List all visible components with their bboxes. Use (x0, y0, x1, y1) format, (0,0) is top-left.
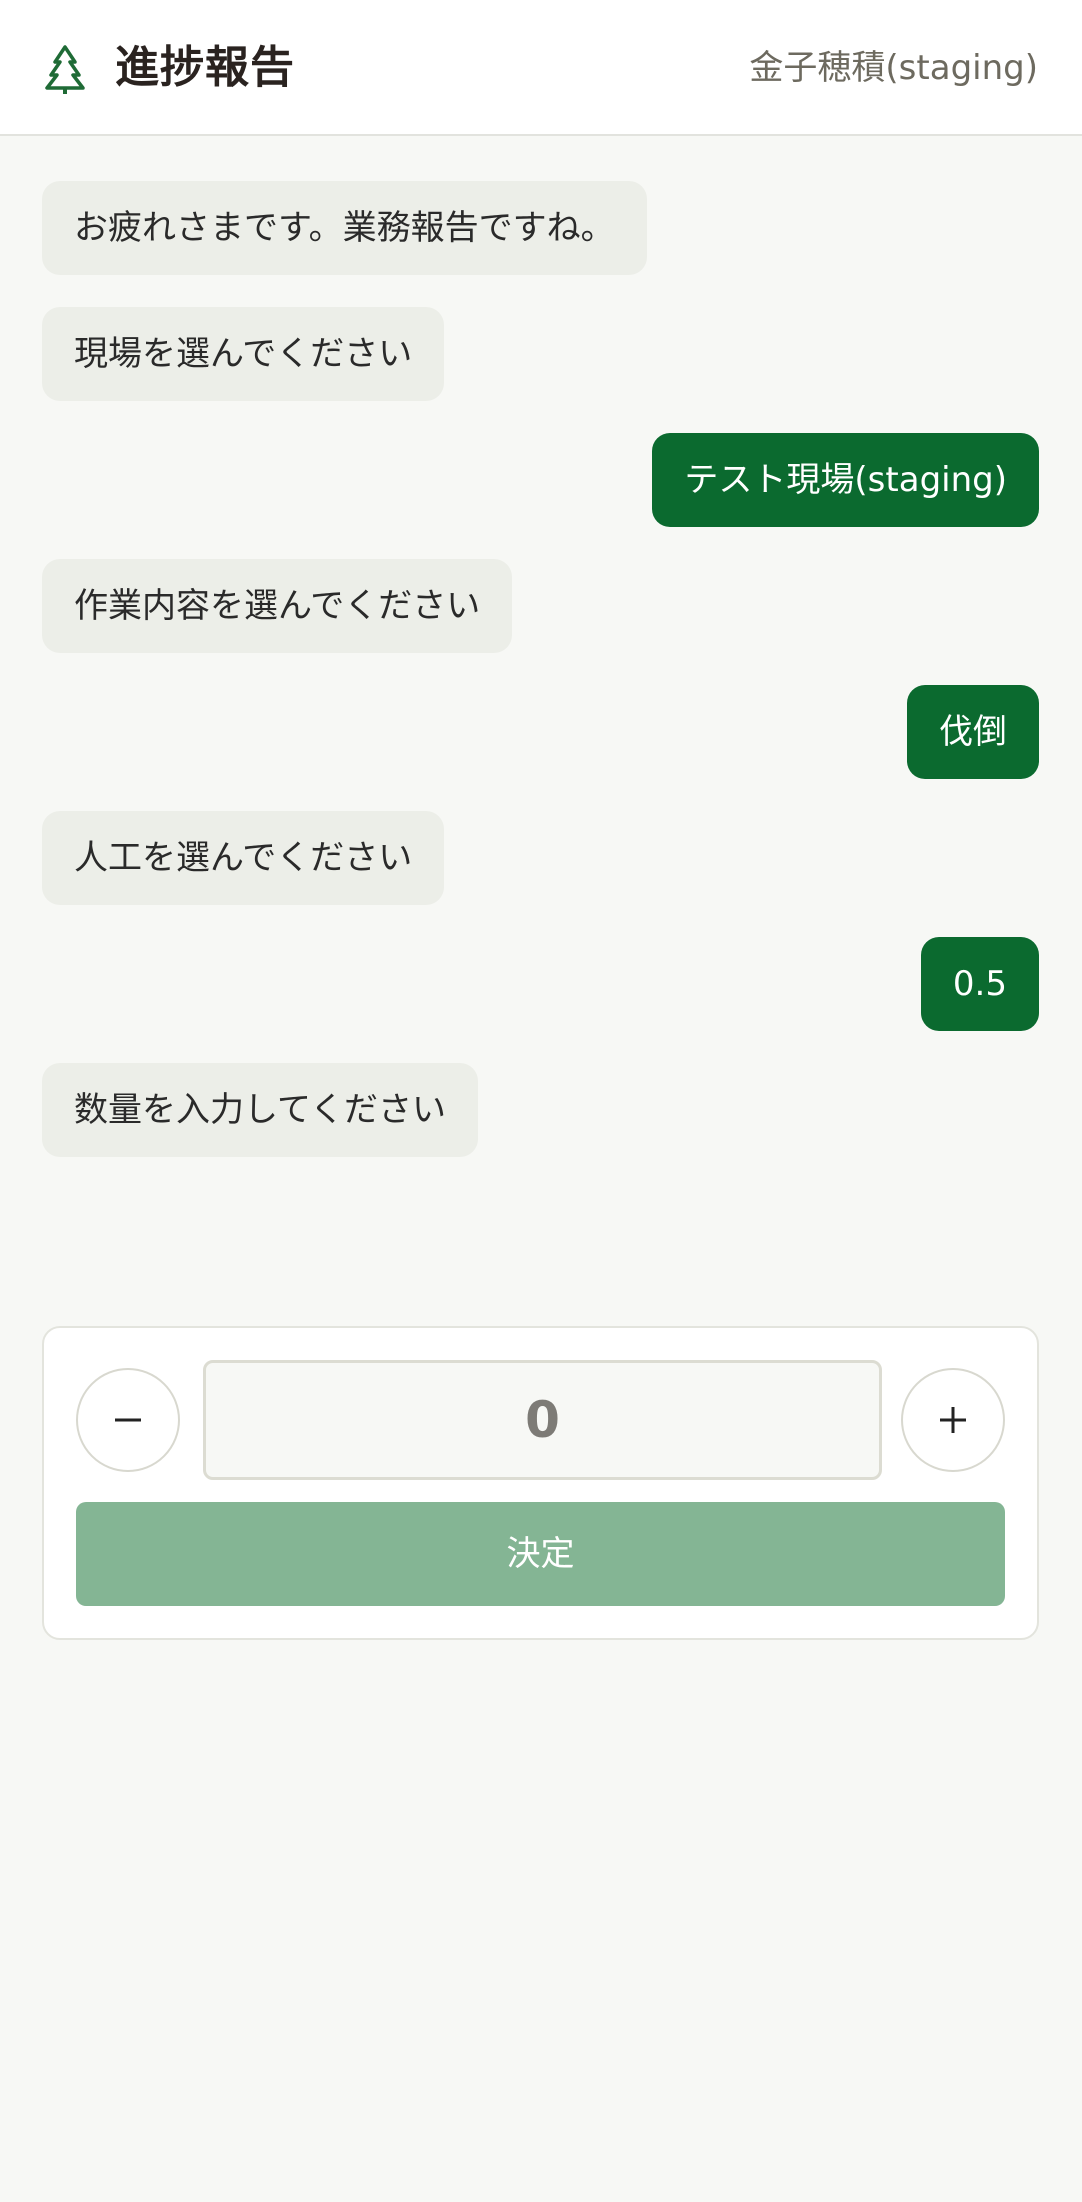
user-reply: テスト現場(staging) (652, 433, 1039, 527)
system-message: 作業内容を選んでください (42, 559, 513, 653)
system-message: 数量を入力してください (42, 1063, 478, 1157)
decrement-button[interactable] (76, 1368, 180, 1472)
user-reply: 伐倒 (907, 685, 1039, 779)
system-message: 人工を選んでください (42, 811, 445, 905)
plus-icon (940, 1407, 966, 1433)
increment-button[interactable] (901, 1368, 1005, 1472)
user-reply: 0.5 (920, 937, 1039, 1031)
system-message: お疲れさまです。業務報告ですね。 (42, 181, 647, 275)
app-header: 進捗報告 金子穂積(staging) (0, 0, 1082, 136)
page-title: 進捗報告 (115, 42, 295, 93)
submit-button[interactable]: 決定 (76, 1502, 1005, 1606)
user-name: 金子穂積(staging) (749, 48, 1038, 88)
minus-icon (115, 1418, 141, 1422)
tree-icon (45, 45, 85, 94)
quantity-input[interactable] (203, 1360, 882, 1480)
system-message: 現場を選んでください (42, 307, 445, 401)
quantity-card: 決定 (42, 1326, 1039, 1640)
